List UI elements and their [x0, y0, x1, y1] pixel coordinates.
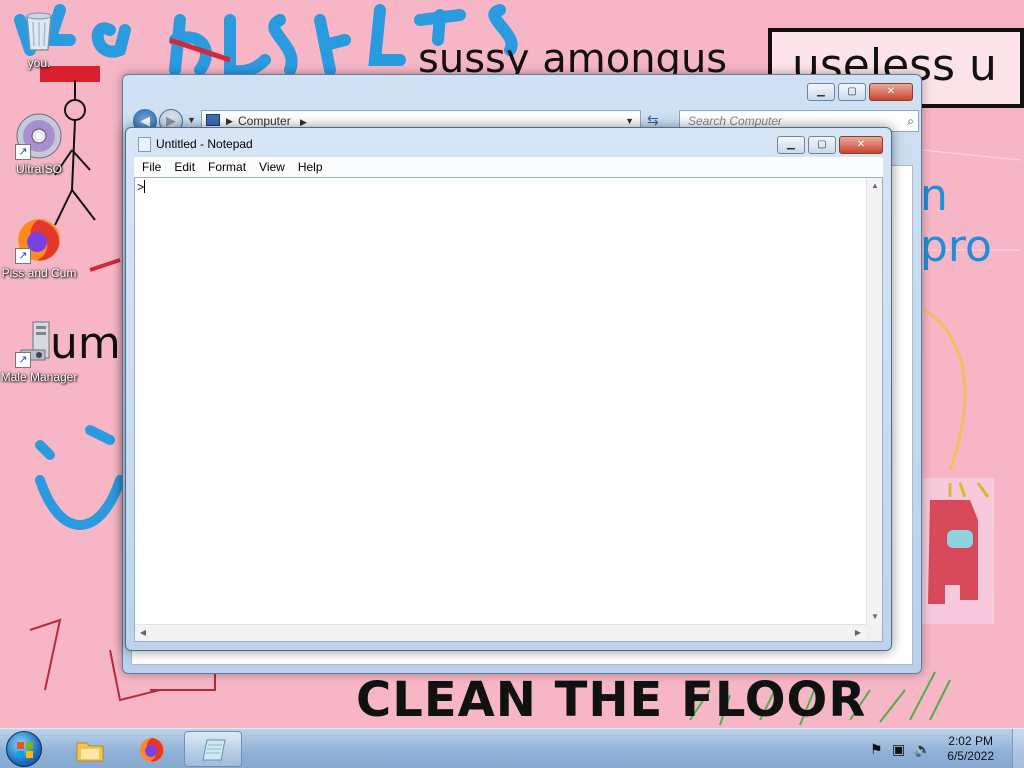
scroll-down-icon[interactable]: ▼ — [867, 612, 883, 621]
breadcrumb-arrow-icon: ▶ — [300, 117, 307, 127]
shortcut-arrow-icon: ↗ — [15, 144, 31, 160]
taskbar-file-explorer[interactable] — [60, 731, 118, 767]
desktop-icon-label: Male Manager — [0, 370, 78, 384]
shortcut-arrow-icon: ↗ — [15, 248, 31, 264]
desktop-icon-label: Piss and Cum — [1, 266, 77, 280]
search-placeholder: Search Computer — [688, 114, 783, 128]
firefox-icon: ↗ — [15, 216, 63, 264]
text-editor[interactable]: > ▲ ▼ ◀ ▶ — [134, 177, 883, 642]
horizontal-scrollbar[interactable]: ◀ ▶ — [135, 624, 866, 641]
clock-date: 6/5/2022 — [947, 749, 994, 763]
maximize-button[interactable]: ▢ — [838, 83, 866, 101]
text-caret — [144, 180, 146, 193]
menu-view[interactable]: View — [257, 160, 293, 174]
desktop-icon-male-manager[interactable]: ↗ Male Manager — [0, 320, 78, 384]
computer-icon — [206, 114, 220, 126]
clock[interactable]: 2:02 PM 6/5/2022 — [947, 734, 994, 764]
menu-format[interactable]: Format — [206, 160, 254, 174]
network-icon[interactable]: ▣ — [892, 741, 908, 757]
search-icon: ⌕ — [907, 114, 914, 128]
show-desktop-button[interactable] — [1012, 729, 1024, 768]
shortcut-arrow-icon: ↗ — [15, 352, 31, 368]
file-explorer-icon — [76, 742, 104, 762]
desktop-icon-recycle-bin[interactable]: you. — [0, 6, 78, 70]
menu-bar: File Edit Format View Help — [134, 157, 883, 177]
close-button[interactable]: ✕ — [839, 136, 883, 154]
scroll-left-icon[interactable]: ◀ — [135, 628, 151, 637]
volume-icon[interactable]: 🔈 — [914, 741, 931, 757]
disc-icon: ↗ — [15, 112, 63, 160]
size-grip[interactable] — [866, 624, 882, 641]
explorer-caption-buttons: ▁ ▢ ✕ — [807, 83, 913, 101]
maximize-button[interactable]: ▢ — [808, 136, 836, 154]
taskbar-notepad[interactable] — [184, 731, 242, 767]
vertical-scrollbar[interactable]: ▲ ▼ — [866, 178, 882, 624]
desktop-icon-label: you. — [27, 56, 51, 70]
close-button[interactable]: ✕ — [869, 83, 913, 101]
recycle-bin-icon — [15, 6, 63, 54]
computer-manager-icon: ↗ — [15, 320, 63, 368]
menu-file[interactable]: File — [140, 160, 169, 174]
notepad-window[interactable]: Untitled - Notepad ▁ ▢ ✕ File Edit Forma… — [125, 127, 892, 651]
clock-time: 2:02 PM — [948, 734, 993, 748]
menu-edit[interactable]: Edit — [172, 160, 203, 174]
taskbar-firefox[interactable] — [122, 731, 180, 767]
address-computer[interactable]: Computer — [238, 114, 291, 128]
menu-help[interactable]: Help — [296, 160, 331, 174]
firefox-icon — [140, 738, 164, 762]
minimize-button[interactable]: ▁ — [777, 136, 805, 154]
editor-content[interactable]: > — [137, 180, 146, 195]
wallpaper-text-clean-floor: CLEAN THE FLOOR — [356, 672, 867, 728]
editor-text: > — [137, 181, 145, 195]
windows-logo-icon — [17, 742, 33, 758]
action-center-flag-icon[interactable]: ⚑ — [870, 741, 886, 757]
minimize-button[interactable]: ▁ — [807, 83, 835, 101]
window-title: Untitled - Notepad — [156, 137, 253, 151]
taskbar: ⚑ ▣ 🔈 2:02 PM 6/5/2022 — [0, 728, 1024, 768]
desktop-icon-piss-and-cum[interactable]: ↗ Piss and Cum — [0, 216, 78, 280]
scroll-up-icon[interactable]: ▲ — [867, 181, 883, 190]
start-button[interactable] — [6, 731, 42, 767]
notepad-icon — [138, 137, 151, 152]
notepad-icon — [202, 739, 226, 761]
scroll-right-icon[interactable]: ▶ — [850, 628, 866, 637]
recent-pages-chevron-icon[interactable]: ▼ — [187, 115, 196, 125]
desktop-icon-label: UltraISO — [15, 162, 62, 176]
notepad-caption-buttons: ▁ ▢ ✕ — [777, 136, 883, 154]
desktop-icon-ultraiso[interactable]: ↗ UltraISO — [0, 112, 78, 176]
system-tray: ⚑ ▣ 🔈 2:02 PM 6/5/2022 — [864, 729, 1024, 768]
wallpaper-text-pro: n pro — [920, 170, 992, 272]
